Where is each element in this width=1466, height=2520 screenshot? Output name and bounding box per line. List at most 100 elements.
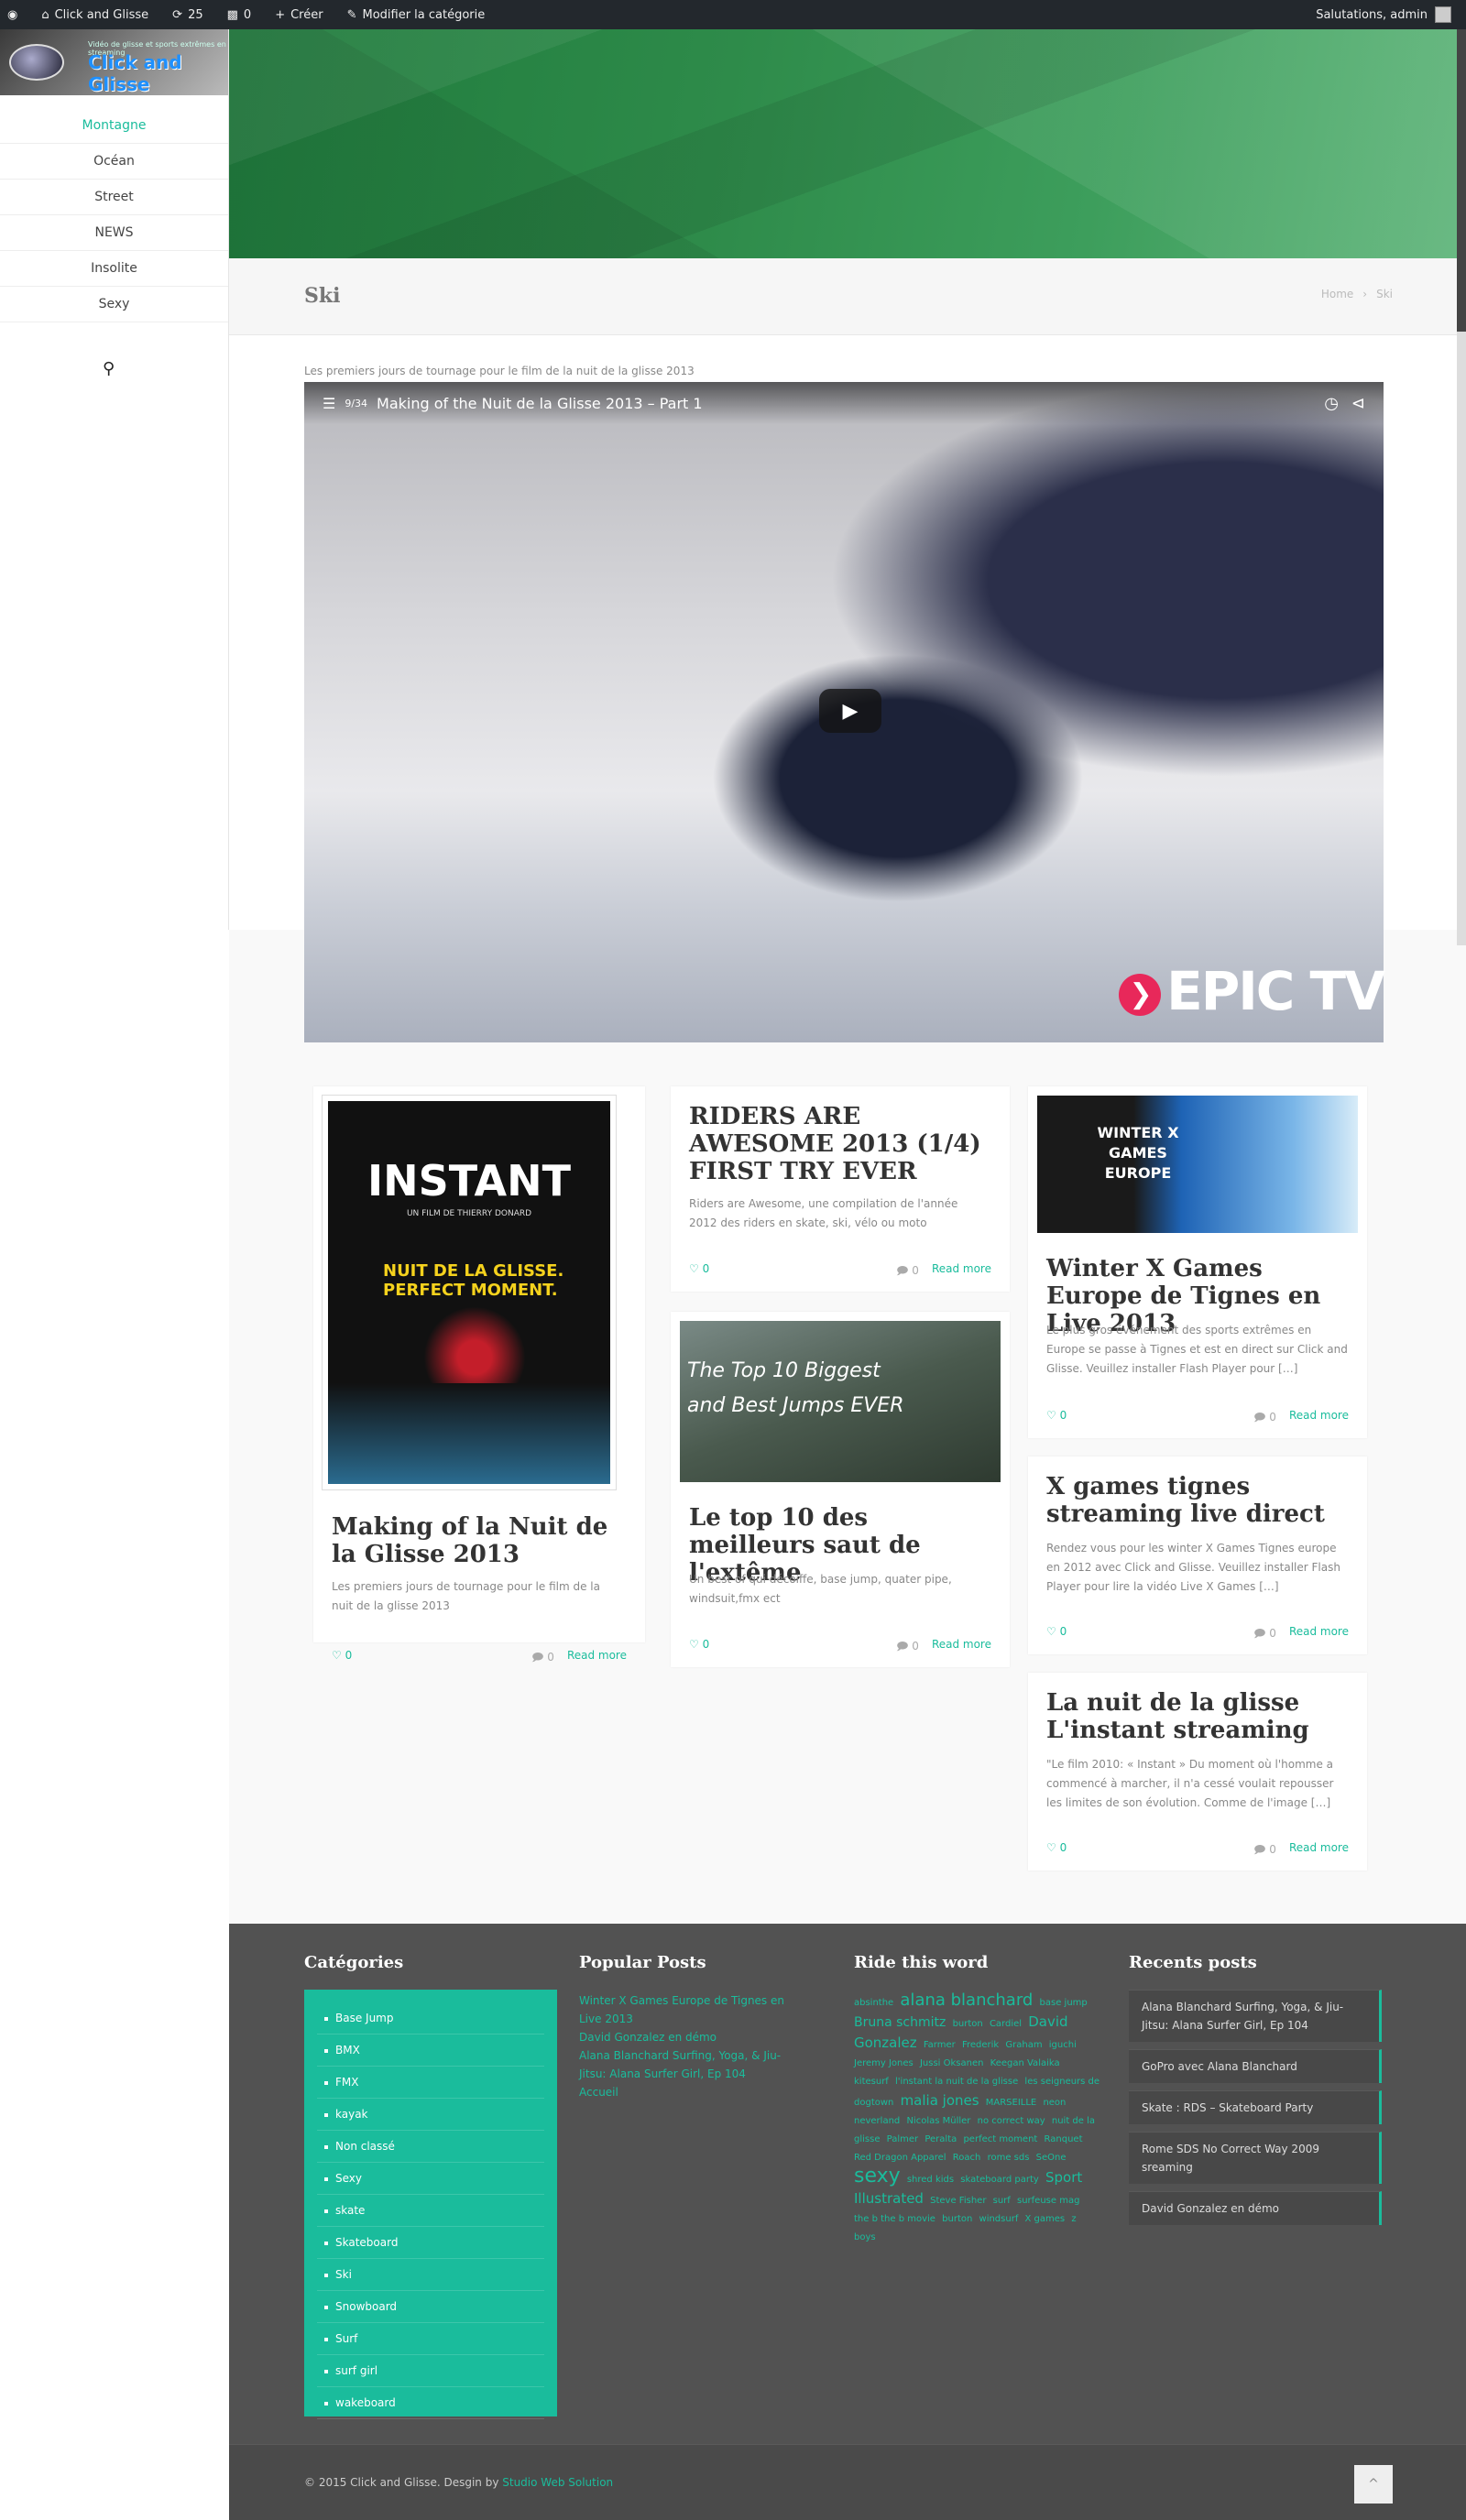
comment-count[interactable]: 🗩 0 bbox=[1253, 1841, 1276, 1860]
read-more-link[interactable]: Read more bbox=[1289, 1409, 1349, 1428]
tag-link[interactable]: Roach bbox=[953, 2153, 981, 2163]
tag-link[interactable]: absinthe bbox=[854, 1998, 893, 2008]
post-title[interactable]: Making of la Nuit de la Glisse 2013 bbox=[332, 1513, 625, 1568]
tag-link[interactable]: sexy bbox=[854, 2165, 901, 2187]
tag-link[interactable]: l'instant la nuit de la glisse bbox=[895, 2077, 1018, 2087]
tag-link[interactable]: iguchi bbox=[1049, 2040, 1077, 2050]
play-button[interactable]: ▶ bbox=[819, 689, 881, 733]
tag-link[interactable]: alana blanchard bbox=[900, 1991, 1033, 2010]
post-thumbnail[interactable]: INSTANT UN FILM DE THIERRY DONARD NUIT D… bbox=[323, 1096, 616, 1489]
designer-link[interactable]: Studio Web Solution bbox=[502, 2476, 613, 2489]
tag-link[interactable]: malia jones bbox=[901, 2092, 979, 2109]
site-name-link[interactable]: ⌂ Click and Glisse bbox=[36, 8, 148, 22]
like-button[interactable]: ♡ 0 bbox=[332, 1649, 531, 1668]
tag-link[interactable]: the b the b movie bbox=[854, 2214, 935, 2224]
tag-link[interactable]: burton bbox=[942, 2214, 972, 2224]
category-link[interactable]: Snowboard bbox=[317, 2291, 544, 2323]
video-title[interactable]: Making of the Nuit de la Glisse 2013 – P… bbox=[377, 395, 703, 412]
tag-link[interactable]: surfeuse mag bbox=[1017, 2196, 1079, 2206]
tag-link[interactable]: base jump bbox=[1040, 1998, 1088, 2008]
category-link[interactable]: FMX bbox=[317, 2067, 544, 2099]
tag-link[interactable]: skateboard party bbox=[960, 2175, 1039, 2185]
tag-link[interactable]: Palmer bbox=[887, 2134, 919, 2144]
scrollbar-thumb[interactable] bbox=[1457, 29, 1466, 332]
read-more-link[interactable]: Read more bbox=[1289, 1841, 1349, 1860]
recent-post-link[interactable]: GoPro avec Alana Blanchard bbox=[1129, 2049, 1382, 2083]
wordpress-logo-icon[interactable]: ◉ bbox=[7, 8, 17, 22]
like-button[interactable]: ♡ 0 bbox=[1046, 1625, 1253, 1644]
create-link[interactable]: + Créer bbox=[269, 8, 323, 22]
edit-category-link[interactable]: ✎ Modifier la catégorie bbox=[342, 8, 486, 22]
post-title[interactable]: X games tignes streaming live direct bbox=[1046, 1473, 1349, 1528]
site-logo[interactable]: Vidéo de glisse et sports extrêmes en st… bbox=[0, 29, 228, 95]
tag-link[interactable]: Peralta bbox=[924, 2134, 957, 2144]
nav-item-street[interactable]: Street bbox=[0, 180, 228, 215]
recent-post-link[interactable]: Skate : RDS – Skateboard Party bbox=[1129, 2090, 1382, 2124]
comment-count[interactable]: 🗩 0 bbox=[531, 1649, 554, 1668]
back-to-top-button[interactable]: ^ bbox=[1354, 2465, 1393, 2504]
like-button[interactable]: ♡ 0 bbox=[689, 1638, 896, 1657]
tag-link[interactable]: Nicolas Müller bbox=[906, 2116, 970, 2126]
tag-link[interactable]: Jussi Oksanen bbox=[920, 2058, 984, 2068]
like-button[interactable]: ♡ 0 bbox=[1046, 1409, 1253, 1428]
tag-link[interactable]: burton bbox=[953, 2019, 983, 2029]
nav-item-insolite[interactable]: Insolite bbox=[0, 251, 228, 287]
nav-item-sexy[interactable]: Sexy bbox=[0, 287, 228, 322]
tag-link[interactable]: shred kids bbox=[907, 2175, 954, 2185]
updates-link[interactable]: ⟳ 25 bbox=[167, 8, 202, 22]
tag-link[interactable]: Red Dragon Apparel bbox=[854, 2153, 946, 2163]
category-link[interactable]: kayak bbox=[317, 2099, 544, 2131]
category-link[interactable]: Surf bbox=[317, 2323, 544, 2355]
read-more-link[interactable]: Read more bbox=[932, 1638, 991, 1657]
popular-post-link[interactable]: Accueil bbox=[579, 2083, 799, 2101]
account-menu[interactable]: Salutations, admin bbox=[1316, 6, 1451, 23]
tag-link[interactable]: Farmer bbox=[924, 2040, 956, 2050]
category-link[interactable]: BMX bbox=[317, 2035, 544, 2067]
category-link[interactable]: wakeboard bbox=[317, 2387, 544, 2419]
popular-post-link[interactable]: Winter X Games Europe de Tignes en Live … bbox=[579, 1991, 799, 2028]
recent-post-link[interactable]: David Gonzalez en démo bbox=[1129, 2191, 1382, 2225]
tag-link[interactable]: Ranquet bbox=[1045, 2134, 1083, 2144]
read-more-link[interactable]: Read more bbox=[932, 1262, 991, 1282]
nav-item-ocean[interactable]: Océan bbox=[0, 144, 228, 180]
tag-link[interactable]: perfect moment bbox=[963, 2134, 1037, 2144]
category-link[interactable]: Non classé bbox=[317, 2131, 544, 2163]
post-thumbnail[interactable]: The Top 10 Biggest and Best Jumps EVER bbox=[680, 1321, 1001, 1482]
read-more-link[interactable]: Read more bbox=[567, 1649, 627, 1668]
playlist-icon[interactable]: ☰ bbox=[323, 395, 335, 412]
popular-post-link[interactable]: David Gonzalez en démo bbox=[579, 2028, 799, 2046]
category-link[interactable]: Ski bbox=[317, 2259, 544, 2291]
recent-post-link[interactable]: Rome SDS No Correct Way 2009 sreaming bbox=[1129, 2132, 1382, 2184]
tag-link[interactable]: Cardiel bbox=[990, 2019, 1022, 2029]
category-link[interactable]: Base Jump bbox=[317, 2002, 544, 2035]
like-button[interactable]: ♡ 0 bbox=[689, 1262, 896, 1282]
category-link[interactable]: Sexy bbox=[317, 2163, 544, 2195]
scrollbar[interactable] bbox=[1457, 29, 1466, 945]
recent-post-link[interactable]: Alana Blanchard Surfing, Yoga, & Jiu-Jit… bbox=[1129, 1990, 1382, 2042]
tag-link[interactable]: surf bbox=[993, 2196, 1011, 2206]
search-icon[interactable]: ⚲ bbox=[103, 359, 115, 378]
watch-later-icon[interactable]: ◷ bbox=[1324, 394, 1339, 413]
comment-count[interactable]: 🗩 0 bbox=[896, 1638, 919, 1657]
post-title[interactable]: La nuit de la glisse L'instant streaming bbox=[1046, 1689, 1349, 1744]
category-link[interactable]: Skateboard bbox=[317, 2227, 544, 2259]
tag-link[interactable]: Jeremy Jones bbox=[854, 2058, 914, 2068]
video-player[interactable]: ☰ 9/34 Making of the Nuit de la Glisse 2… bbox=[304, 382, 1385, 1042]
comments-link[interactable]: ▩ 0 bbox=[222, 8, 252, 22]
tag-link[interactable]: no correct way bbox=[978, 2116, 1045, 2126]
popular-post-link[interactable]: Alana Blanchard Surfing, Yoga, & Jiu-Jit… bbox=[579, 2046, 799, 2083]
comment-count[interactable]: 🗩 0 bbox=[896, 1262, 919, 1282]
tag-link[interactable]: windsurf bbox=[979, 2214, 1019, 2224]
category-link[interactable]: surf girl bbox=[317, 2355, 544, 2387]
tag-link[interactable]: X games bbox=[1025, 2214, 1066, 2224]
tag-link[interactable]: Graham bbox=[1005, 2040, 1042, 2050]
like-button[interactable]: ♡ 0 bbox=[1046, 1841, 1253, 1860]
nav-item-montagne[interactable]: Montagne bbox=[0, 108, 228, 144]
tag-link[interactable]: MARSEILLE bbox=[986, 2098, 1037, 2108]
tag-link[interactable]: SeOne bbox=[1036, 2153, 1067, 2163]
comment-count[interactable]: 🗩 0 bbox=[1253, 1625, 1276, 1644]
comment-count[interactable]: 🗩 0 bbox=[1253, 1409, 1276, 1428]
post-thumbnail[interactable]: WINTER X GAMES EUROPE bbox=[1037, 1096, 1358, 1233]
tag-link[interactable]: Bruna schmitz bbox=[854, 2015, 946, 2030]
share-icon[interactable]: ⊲ bbox=[1351, 394, 1365, 413]
